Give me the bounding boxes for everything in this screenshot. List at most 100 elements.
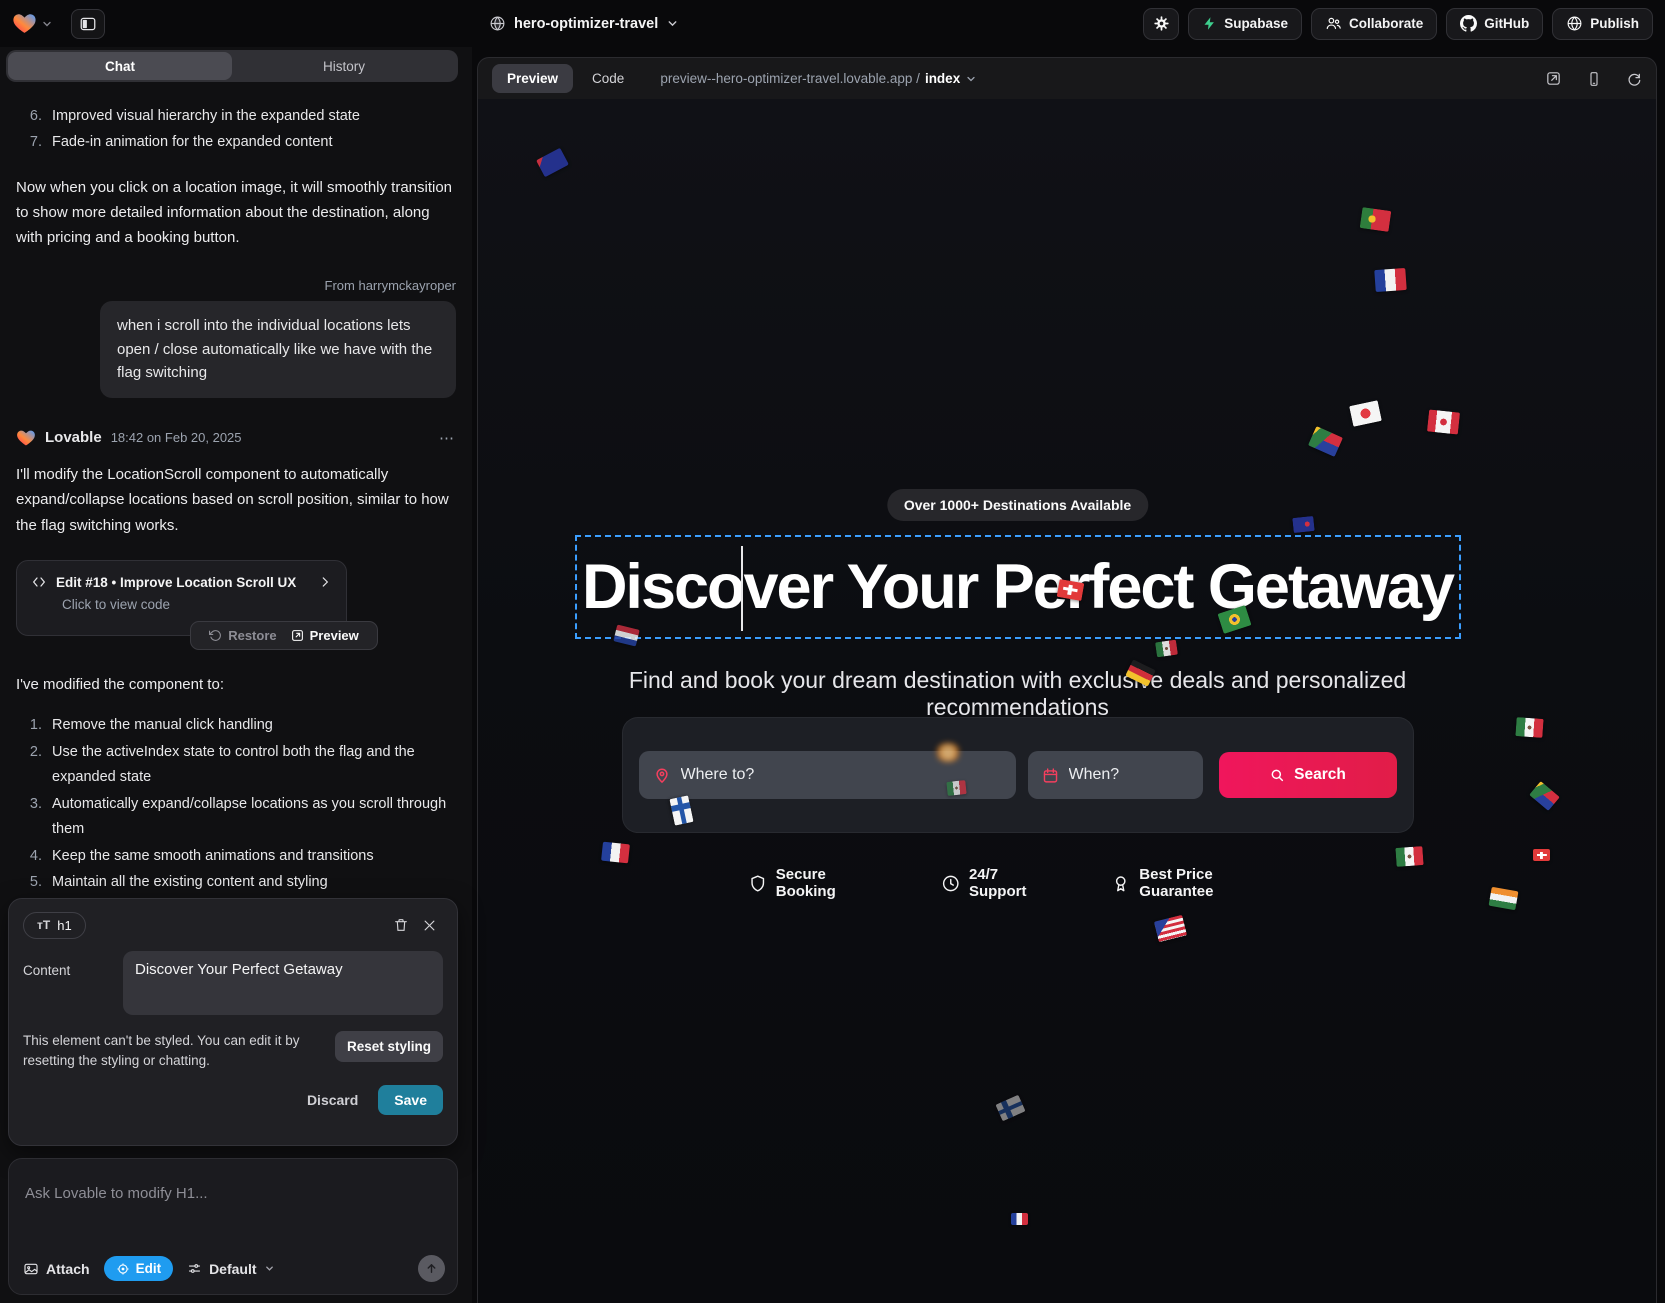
assistant-message: I'll modify the LocationScroll component… bbox=[16, 462, 456, 539]
project-switcher[interactable]: hero-optimizer-travel bbox=[489, 0, 679, 47]
chevron-down-icon bbox=[41, 18, 53, 30]
assistant-paragraph: Now when you click on a location image, … bbox=[16, 175, 456, 250]
project-name: hero-optimizer-travel bbox=[514, 16, 658, 32]
mobile-view-button[interactable] bbox=[1586, 71, 1602, 87]
collaborate-button[interactable]: Collaborate bbox=[1311, 8, 1437, 40]
gear-icon bbox=[1153, 15, 1170, 32]
external-link-icon bbox=[291, 629, 304, 642]
globe-icon bbox=[1566, 15, 1583, 32]
preview-url[interactable]: preview--hero-optimizer-travel.lovable.a… bbox=[660, 71, 977, 86]
feature-secure-booking: Secure Booking bbox=[748, 866, 887, 900]
github-button[interactable]: GitHub bbox=[1446, 8, 1543, 40]
when-input[interactable] bbox=[1069, 766, 1189, 784]
lovable-logo-menu[interactable] bbox=[12, 11, 53, 36]
flag-glow-icon bbox=[935, 743, 961, 762]
message-timestamp: 18:42 on Feb 20, 2025 bbox=[111, 430, 242, 445]
search-icon bbox=[1269, 767, 1285, 783]
flag-mexico-icon bbox=[1515, 717, 1543, 738]
edit-mode-button[interactable]: Edit bbox=[104, 1256, 174, 1281]
content-label: Content bbox=[23, 951, 113, 1015]
people-icon bbox=[1325, 15, 1342, 32]
hero-subtitle: Find and book your dream destination wit… bbox=[568, 667, 1468, 721]
message-from-label: From harrymckayroper bbox=[16, 278, 456, 293]
flag-mexico-icon bbox=[1395, 846, 1423, 867]
edit-card-subtitle: Click to view code bbox=[62, 597, 332, 612]
flag-france-icon bbox=[1374, 268, 1406, 292]
target-icon bbox=[116, 1262, 130, 1276]
when-field[interactable] bbox=[1028, 751, 1203, 799]
text-icon: ᴛT bbox=[37, 918, 50, 932]
preview-toolbar: Preview Code preview--hero-optimizer-tra… bbox=[478, 58, 1656, 99]
flag-france-icon bbox=[601, 842, 630, 864]
open-in-new-tab-button[interactable] bbox=[1545, 70, 1562, 87]
element-tag-badge: ᴛT h1 bbox=[23, 912, 86, 939]
assistant-modified-list: 1. Remove the manual click handling 2. U… bbox=[24, 713, 456, 896]
globe-icon bbox=[489, 15, 506, 32]
restore-preview-bar: Restore Preview bbox=[190, 621, 378, 650]
sidebar-toggle-button[interactable] bbox=[71, 9, 105, 39]
feature-best-price: Best Price Guarantee bbox=[1111, 866, 1287, 900]
flag-new-zealand-icon bbox=[1292, 516, 1314, 533]
chevron-down-icon bbox=[264, 1263, 275, 1274]
supabase-bolt-icon bbox=[1202, 16, 1217, 31]
app-header: hero-optimizer-travel Supabase bbox=[0, 0, 1665, 47]
flag-france-icon bbox=[1011, 1213, 1028, 1225]
image-icon bbox=[23, 1261, 39, 1277]
edit-card-title: Edit #18 • Improve Location Scroll UX bbox=[56, 575, 296, 590]
chat-composer: Attach Edit Default bbox=[8, 1158, 458, 1295]
chevron-down-icon bbox=[666, 17, 679, 30]
element-tag: h1 bbox=[57, 918, 71, 933]
composer-input[interactable] bbox=[25, 1173, 435, 1213]
default-mode-button[interactable]: Default bbox=[187, 1261, 274, 1277]
trash-icon bbox=[393, 917, 409, 933]
close-icon bbox=[422, 918, 437, 933]
search-button[interactable]: Search bbox=[1219, 752, 1397, 798]
shield-icon bbox=[748, 874, 767, 893]
publish-button[interactable]: Publish bbox=[1552, 8, 1653, 40]
flag-mexico-icon bbox=[1155, 640, 1178, 658]
assistant-list-top: 6. Improved visual hierarchy in the expa… bbox=[24, 103, 456, 155]
refresh-button[interactable] bbox=[1626, 71, 1642, 87]
supabase-button[interactable]: Supabase bbox=[1188, 8, 1302, 40]
element-inspector-panel: ᴛT h1 Content Discover Your Perfect Geta… bbox=[8, 898, 458, 1146]
close-inspector-button[interactable] bbox=[415, 911, 443, 939]
settings-button[interactable] bbox=[1143, 8, 1179, 40]
restore-button[interactable]: Restore bbox=[209, 628, 276, 643]
url-page: index bbox=[925, 71, 960, 86]
list-item: 5. Maintain all the existing content and… bbox=[24, 870, 456, 896]
content-textarea[interactable]: Discover Your Perfect Getaway bbox=[123, 951, 443, 1015]
sliders-icon bbox=[187, 1261, 202, 1276]
list-item: 4. Keep the same smooth animations and t… bbox=[24, 844, 456, 870]
tab-chat[interactable]: Chat bbox=[8, 52, 232, 80]
save-button[interactable]: Save bbox=[378, 1085, 443, 1115]
tab-preview[interactable]: Preview bbox=[492, 64, 573, 93]
discard-button[interactable]: Discard bbox=[301, 1085, 364, 1115]
map-pin-icon bbox=[653, 766, 671, 784]
list-item: 6. Improved visual hierarchy in the expa… bbox=[24, 103, 456, 129]
delete-element-button[interactable] bbox=[387, 911, 415, 939]
search-card: Search bbox=[622, 717, 1414, 833]
feature-list: Secure Booking 24/7 Support Best Price G… bbox=[748, 866, 1288, 900]
selected-element-outline[interactable]: Discover Your Perfect Getaway bbox=[575, 535, 1461, 639]
list-item: 2. Use the activeIndex state to control … bbox=[24, 740, 456, 791]
hero-title[interactable]: Discover Your Perfect Getaway bbox=[582, 551, 1453, 623]
user-message-bubble: when i scroll into the individual locati… bbox=[100, 301, 456, 398]
tab-code[interactable]: Code bbox=[592, 71, 624, 86]
message-menu-button[interactable]: ⋯ bbox=[439, 429, 456, 447]
attach-button[interactable]: Attach bbox=[23, 1261, 90, 1277]
assistant-name: Lovable bbox=[45, 429, 102, 446]
tab-history[interactable]: History bbox=[232, 52, 456, 80]
preview-viewport[interactable]: Over 1000+ Destinations Available Discov… bbox=[478, 99, 1656, 1303]
list-item: 3. Automatically expand/collapse locatio… bbox=[24, 792, 456, 843]
assistant-intro: I've modified the component to: bbox=[16, 676, 456, 693]
rotate-ccw-icon bbox=[209, 629, 222, 642]
style-note: This element can't be styled. You can ed… bbox=[23, 1031, 323, 1071]
preview-button[interactable]: Preview bbox=[291, 628, 359, 643]
send-button[interactable] bbox=[418, 1255, 445, 1282]
list-item: 1. Remove the manual click handling bbox=[24, 713, 456, 739]
assistant-message-header: Lovable 18:42 on Feb 20, 2025 ⋯ bbox=[16, 428, 456, 448]
reset-styling-button[interactable]: Reset styling bbox=[335, 1031, 443, 1062]
chevron-down-icon bbox=[965, 73, 977, 85]
panel-left-icon bbox=[79, 15, 97, 33]
flag-portugal-icon bbox=[1360, 207, 1392, 232]
